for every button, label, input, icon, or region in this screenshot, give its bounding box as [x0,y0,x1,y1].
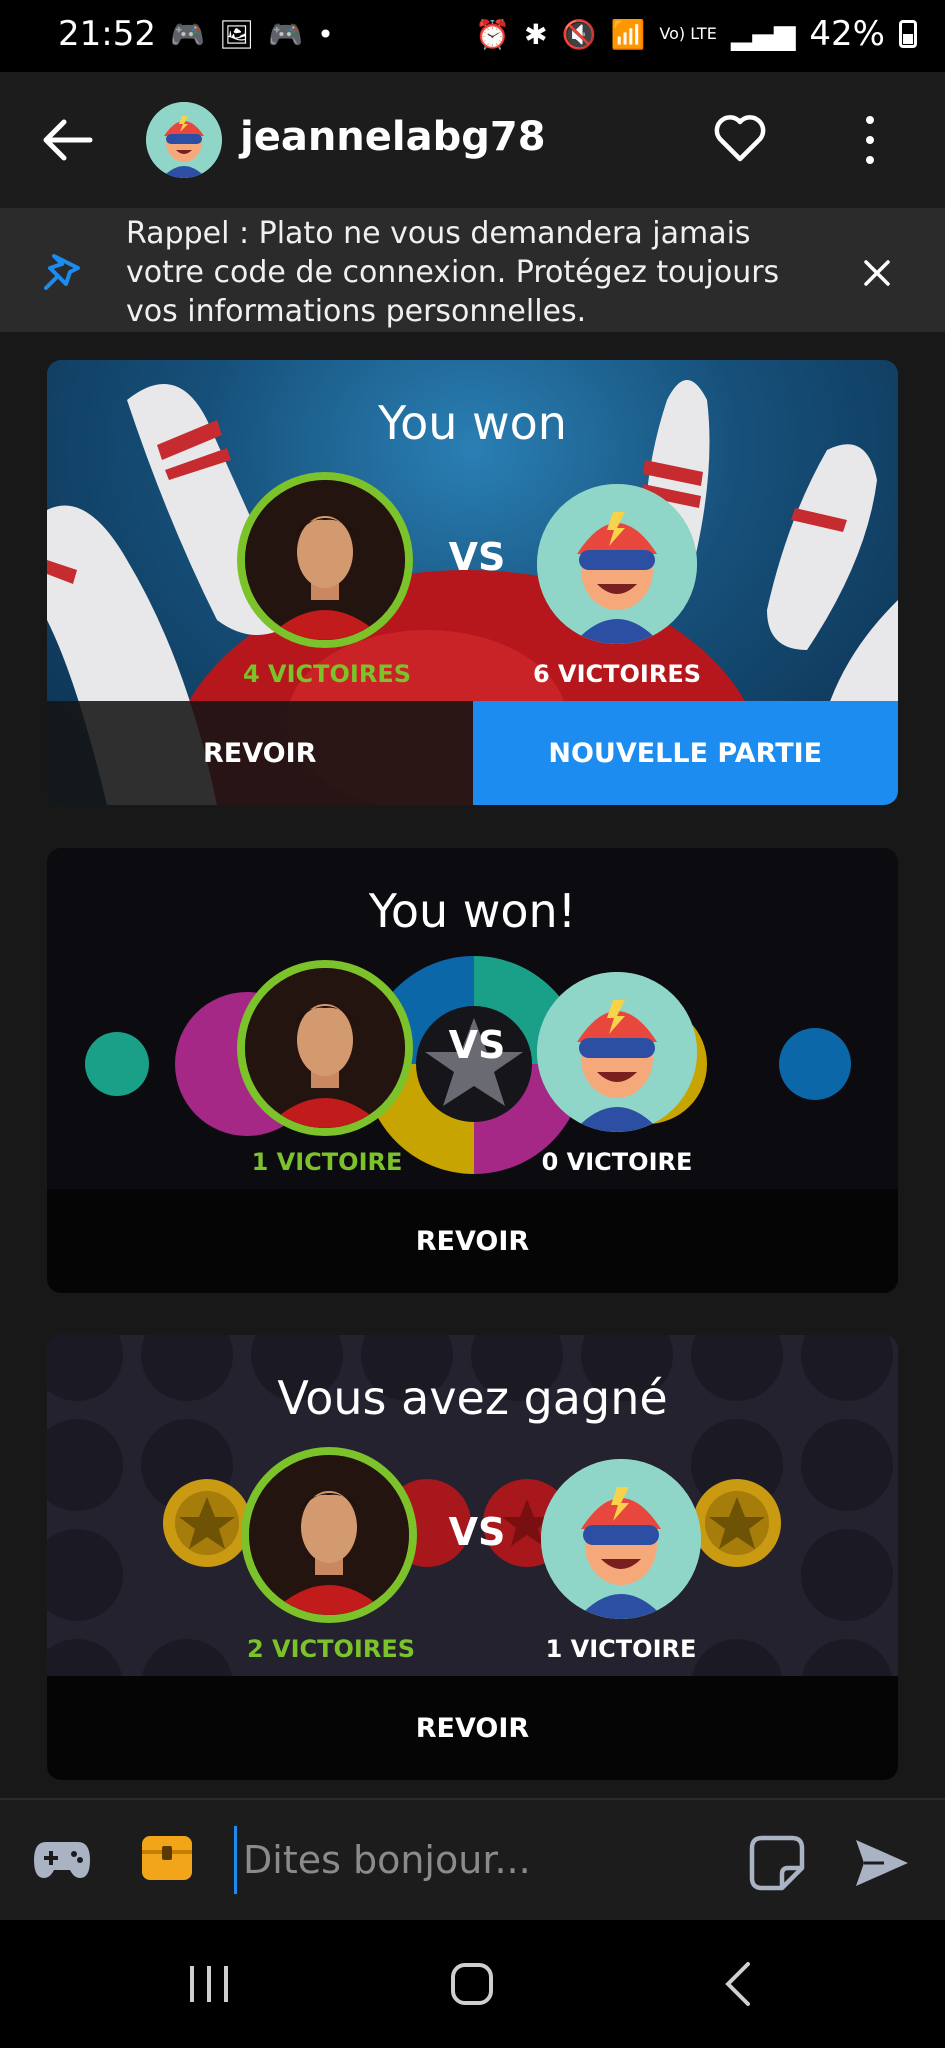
recent-apps-icon[interactable] [186,1964,232,2004]
battery-icon [899,20,917,48]
gamepad-icon[interactable] [32,1836,92,1882]
my-wins: 1 VICTOIRE [251,1148,403,1176]
opponent-avatar[interactable] [541,1459,701,1619]
battery-level: 42% [809,14,885,54]
replay-button[interactable]: REVOIR [47,1676,898,1780]
card-actions: REVOIR [47,1676,898,1780]
opponent-wins: 1 VICTOIRE [545,1635,697,1663]
network-type: Vo) LTE [659,24,717,43]
vs-label: VS [448,1510,506,1554]
pin-icon [44,254,80,290]
opponent-avatar[interactable] [537,484,697,644]
home-icon[interactable] [450,1962,494,2006]
security-banner: Rappel : Plato ne vous demandera jamais … [0,208,945,332]
player-photo [249,1455,409,1615]
send-icon[interactable] [852,1834,912,1892]
status-bar: 21:52 🎮 🖼 🎮 • ⏰ ✱ 🔇 📶 Vo) LTE ▂▄▆ 42% [0,0,945,72]
game-notification-icon-2: 🎮 [268,17,304,51]
status-right: ⏰ ✱ 🔇 📶 Vo) LTE ▂▄▆ 42% [475,14,917,54]
my-wins: 4 VICTOIRES [242,660,412,688]
banner-text: Rappel : Plato ne vous demandera jamais … [126,216,780,329]
card-actions: REVOIR NOUVELLE PARTIE [47,701,898,805]
image-notification-icon: 🖼 [218,17,255,51]
back-arrow-icon[interactable] [40,112,96,168]
superhero-avatar-icon [537,972,697,1132]
status-time: 21:52 [58,14,156,54]
superhero-avatar-icon [537,484,697,644]
signal-icon: ▂▄▆ [730,17,796,51]
chat-username[interactable]: jeannelabg78 [240,114,546,160]
back-nav-icon[interactable] [722,1960,752,2008]
chat-header: jeannelabg78 [0,72,945,208]
more-vertical-icon[interactable] [860,114,880,166]
superhero-avatar-icon [541,1459,701,1619]
mute-icon: 🔇 [561,17,597,51]
card-actions: REVOIR [47,1189,898,1293]
status-left: 21:52 🎮 🖼 🎮 • [58,14,334,54]
replay-button[interactable]: REVOIR [47,1189,898,1293]
superhero-avatar-icon [146,102,222,178]
vs-label: VS [448,535,506,579]
game-notification-icon: 🎮 [169,17,205,51]
wifi-icon: 📶 [610,17,646,51]
my-avatar[interactable] [237,472,413,648]
alarm-icon: ⏰ [475,17,511,51]
my-avatar[interactable] [237,960,413,1136]
message-composer [0,1798,945,1922]
dot-icon: • [317,17,334,51]
my-avatar[interactable] [241,1447,417,1623]
game-card-bowling[interactable]: You won VS 4 VICTOIRES 6 VICTOIRES REVOI… [47,360,898,805]
opponent-avatar[interactable] [537,972,697,1132]
heart-icon[interactable] [712,110,768,166]
treasure-chest-icon[interactable] [140,1832,194,1882]
game-card-connect-four[interactable]: Vous avez gagné VS 2 VICTOIRES 1 VICTOIR… [47,1335,898,1780]
card-title: You won [378,396,567,450]
message-input[interactable] [234,1826,725,1894]
player-photo [245,968,405,1128]
opponent-wins: 0 VICTOIRE [541,1148,693,1176]
avatar[interactable] [146,102,222,178]
sticker-icon[interactable] [748,1834,806,1892]
card-title: Vous avez gagné [277,1371,668,1425]
game-card-circles[interactable]: You won! VS 1 VICTOIRE 0 VICTOIRE REVOIR [47,848,898,1293]
system-nav-bar [0,1920,945,2048]
opponent-wins: 6 VICTOIRES [532,660,702,688]
bluetooth-icon: ✱ [524,17,548,51]
my-wins: 2 VICTOIRES [246,1635,416,1663]
close-icon[interactable] [862,258,892,288]
new-game-button[interactable]: NOUVELLE PARTIE [472,701,898,805]
vs-label: VS [448,1023,506,1067]
player-photo [245,480,405,640]
replay-button[interactable]: REVOIR [47,701,473,805]
card-title: You won! [368,884,577,938]
